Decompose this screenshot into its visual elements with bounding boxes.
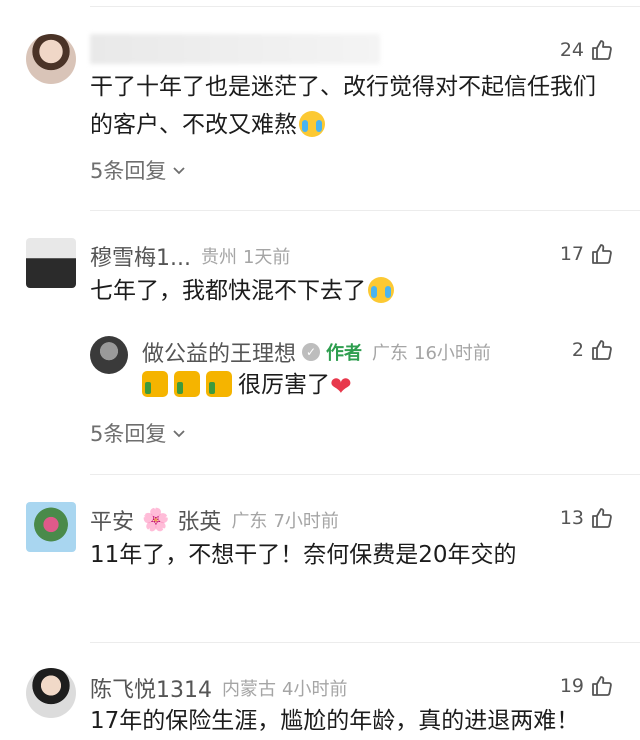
like-count: 13 [559,507,584,529]
thumbs-up-icon [142,371,168,397]
loudly-crying-face-icon [299,111,325,137]
chevron-down-icon [173,430,186,438]
location: 广东 [231,511,268,532]
thumbs-up-outline-icon [592,244,612,264]
thumbs-up-icon [174,371,200,397]
commenter-name[interactable]: 平安 [90,504,134,536]
like-button[interactable]: 13 [560,506,614,530]
divider [90,6,640,7]
comment-text-line: 的客户、不改又难熬 [90,106,596,144]
comment-text-line: 干了十年了也是迷茫了、改行觉得对不起信任我们 [90,74,596,100]
comment-text: 11年了，不想干了！奈何保费是20年交的 [90,542,517,568]
view-replies-button[interactable]: 5条回复 [90,418,188,448]
commenter-name-suffix: 张英 [177,510,222,535]
timestamp: 1天前 [242,247,291,268]
divider [90,210,640,211]
location: 广东 [372,343,409,364]
like-button[interactable]: 2 [572,338,614,362]
like-count: 19 [559,675,584,697]
commenter-name[interactable]: 陈飞悦1314 [90,672,212,704]
comment-text: 七年了，我都快混不下去了 [90,272,394,310]
like-count: 17 [559,243,584,265]
red-heart-icon: ❤ [330,372,352,402]
avatar[interactable] [26,34,76,84]
comment-header: 陈飞悦1314 内蒙古 4小时前 [90,672,347,704]
comment-text: 17年的保险生涯，尴尬的年龄，真的进退两难！ [90,708,580,734]
location: 贵州 [200,247,237,268]
avatar[interactable] [26,668,76,718]
verified-badge-icon: ✓ [302,343,321,361]
location: 内蒙古 [222,679,276,700]
cherry-blossom-icon: 🌸 [142,507,170,533]
comment-header: 平安 🌸 张英 广东 7小时前 [90,504,339,536]
timestamp: 4小时前 [282,679,348,700]
commenter-name[interactable]: 穆雪梅1... [90,240,191,272]
commenter-name[interactable] [90,34,380,64]
avatar[interactable] [26,238,76,288]
reply-text: 很厉害了❤ [142,366,352,406]
avatar[interactable] [26,502,76,552]
author-tag: 作者 [326,343,363,364]
like-count: 24 [559,39,584,61]
view-replies-button[interactable]: 5条回复 [90,155,188,185]
thumbs-up-outline-icon [592,40,612,60]
timestamp: 16小时前 [414,343,491,364]
thumbs-up-icon [206,371,232,397]
thumbs-up-outline-icon [592,340,612,360]
like-button[interactable]: 17 [560,242,614,266]
chevron-down-icon [173,167,186,175]
divider [90,474,640,475]
replies-label: 5条回复 [90,422,167,446]
divider [90,642,640,643]
like-count: 2 [571,339,584,361]
replies-label: 5条回复 [90,159,167,183]
avatar[interactable] [90,336,128,374]
like-button[interactable]: 19 [560,674,614,698]
reply-header: 做公益的王理想 ✓ 作者 广东 16小时前 [142,336,491,368]
replier-name[interactable]: 做公益的王理想 [142,336,296,368]
loudly-crying-face-icon [368,277,394,303]
thumbs-up-outline-icon [592,508,612,528]
comment-text: 干了十年了也是迷茫了、改行觉得对不起信任我们 的客户、不改又难熬 [90,68,596,144]
timestamp: 7小时前 [273,511,339,532]
thumbs-up-outline-icon [592,676,612,696]
comment-header: 穆雪梅1... 贵州 1天前 [90,240,290,272]
like-button[interactable]: 24 [560,38,614,62]
